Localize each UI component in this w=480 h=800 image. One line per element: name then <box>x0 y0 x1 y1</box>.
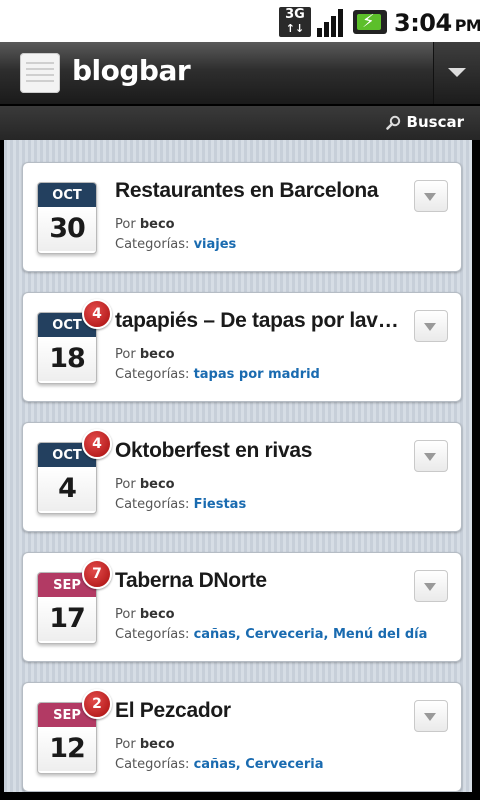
categories-label: Categorías: <box>115 757 190 772</box>
post-title[interactable]: El Pezcador <box>115 699 405 723</box>
signal-strength-icon <box>317 9 343 37</box>
post-card[interactable]: SEP 12 2 El Pezcador Por beco Categorías… <box>22 682 462 792</box>
clock-time: 3:04 <box>394 9 452 37</box>
category-links[interactable]: cañas, Cerveceria, Menú del día <box>194 627 428 642</box>
post-card[interactable]: OCT 18 4 tapapiés – De tapas por lava...… <box>22 292 462 402</box>
post-author: Por beco <box>115 737 175 752</box>
by-label: Por <box>115 217 136 232</box>
categories-label: Categorías: <box>115 627 190 642</box>
post-options-button[interactable] <box>414 440 448 472</box>
category-links[interactable]: tapas por madrid <box>194 367 320 382</box>
post-card[interactable]: OCT 30 Restaurantes en Barcelona Por bec… <box>22 162 462 272</box>
post-title[interactable]: Restaurantes en Barcelona <box>115 179 405 203</box>
chevron-down-icon <box>424 713 436 721</box>
comment-count-badge: 2 <box>82 689 112 719</box>
post-author: Por beco <box>115 477 175 492</box>
date-day: 4 <box>38 467 96 511</box>
search-icon <box>385 115 400 130</box>
date-day: 18 <box>38 337 96 381</box>
status-bar: 3G ↑↓ ⚡ 3:04 PM <box>0 0 480 42</box>
post-list[interactable]: OCT 30 Restaurantes en Barcelona Por bec… <box>4 140 472 792</box>
network-3g-icon: 3G ↑↓ <box>279 7 311 37</box>
post-title[interactable]: tapapiés – De tapas por lava... <box>115 309 405 333</box>
post-title[interactable]: Oktoberfest en rivas <box>115 439 405 463</box>
category-links[interactable]: cañas, Cerveceria <box>194 757 324 772</box>
date-month: OCT <box>38 183 96 207</box>
post-categories: Categorías: Fiestas <box>115 497 246 512</box>
network-type: 3G <box>285 7 305 22</box>
data-activity-arrows: ↑↓ <box>285 22 305 35</box>
post-categories: Categorías: tapas por madrid <box>115 367 320 382</box>
by-label: Por <box>115 477 136 492</box>
search-bar: Buscar <box>0 106 480 140</box>
app-title: blogbar <box>72 54 191 87</box>
chevron-down-icon <box>424 453 436 461</box>
post-categories: Categorías: cañas, Cerveceria <box>115 757 324 772</box>
by-label: Por <box>115 607 136 622</box>
author-name: beco <box>139 607 175 622</box>
category-links[interactable]: Fiestas <box>194 497 247 512</box>
comment-count-badge: 4 <box>82 299 112 329</box>
post-options-button[interactable] <box>414 570 448 602</box>
post-title[interactable]: Taberna DNorte <box>115 569 405 593</box>
app-title-bar: blogbar <box>0 42 480 106</box>
screen-edge <box>472 140 480 792</box>
clock-ampm: PM <box>454 16 480 35</box>
search-button[interactable]: Buscar <box>385 113 464 131</box>
category-links[interactable]: viajes <box>194 237 237 252</box>
chevron-down-icon <box>448 68 466 77</box>
date-day: 12 <box>38 727 96 771</box>
date-day: 17 <box>38 597 96 641</box>
clock: 3:04 PM <box>394 9 480 37</box>
by-label: Por <box>115 347 136 362</box>
post-categories: Categorías: viajes <box>115 237 236 252</box>
post-card[interactable]: SEP 17 7 Taberna DNorte Por beco Categor… <box>22 552 462 662</box>
post-options-button[interactable] <box>414 310 448 342</box>
categories-label: Categorías: <box>115 237 190 252</box>
author-name: beco <box>139 217 175 232</box>
by-label: Por <box>115 737 136 752</box>
search-label: Buscar <box>406 113 464 131</box>
post-options-button[interactable] <box>414 700 448 732</box>
author-name: beco <box>139 347 175 362</box>
comment-count-badge: 7 <box>82 559 112 589</box>
app-logo-icon <box>20 53 60 93</box>
post-author: Por beco <box>115 347 175 362</box>
categories-label: Categorías: <box>115 367 190 382</box>
date-calendar: OCT 30 <box>37 182 97 254</box>
post-author: Por beco <box>115 607 175 622</box>
chevron-down-icon <box>424 193 436 201</box>
post-card[interactable]: OCT 4 4 Oktoberfest en rivas Por beco Ca… <box>22 422 462 532</box>
categories-label: Categorías: <box>115 497 190 512</box>
post-options-button[interactable] <box>414 180 448 212</box>
author-name: beco <box>139 737 175 752</box>
chevron-down-icon <box>424 583 436 591</box>
battery-charging-icon: ⚡ <box>353 10 387 34</box>
author-name: beco <box>139 477 175 492</box>
app-menu-button[interactable] <box>433 42 480 104</box>
post-author: Por beco <box>115 217 175 232</box>
post-categories: Categorías: cañas, Cerveceria, Menú del … <box>115 627 427 642</box>
comment-count-badge: 4 <box>82 429 112 459</box>
date-day: 30 <box>38 207 96 251</box>
chevron-down-icon <box>424 323 436 331</box>
